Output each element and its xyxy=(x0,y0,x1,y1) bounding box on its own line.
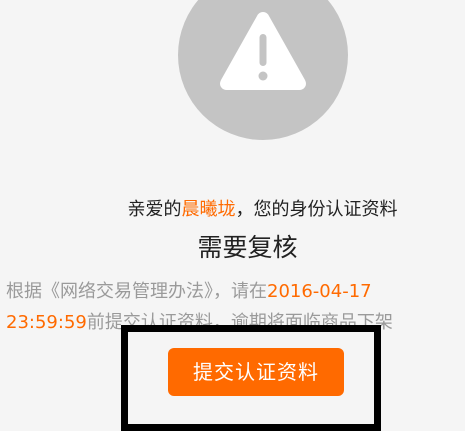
submit-verification-button[interactable]: 提交认证资料 xyxy=(168,348,344,396)
warning-badge xyxy=(178,0,348,140)
warning-triangle-icon xyxy=(220,12,306,90)
greeting-suffix: ，您的身份认证资料 xyxy=(235,199,398,220)
notice-line-1: 根据《网络交易管理办法》，请在2016-04-17 xyxy=(6,276,465,307)
greeting-text: 亲爱的晨曦垅，您的身份认证资料 xyxy=(0,195,465,221)
deadline-time: 23:59:59 xyxy=(6,312,87,333)
notice-part-1: 根据《网络交易管理办法》，请在 xyxy=(6,281,267,302)
headline: 需要复核 xyxy=(197,233,298,262)
user-name: 晨曦垅 xyxy=(181,199,236,220)
greeting-prefix: 亲爱的 xyxy=(127,199,182,220)
verification-notice-screen: 亲爱的晨曦垅，您的身份认证资料 需要复核 根据《网络交易管理办法》，请在2016… xyxy=(0,0,465,431)
deadline-date: 2016-04-17 xyxy=(267,281,372,302)
